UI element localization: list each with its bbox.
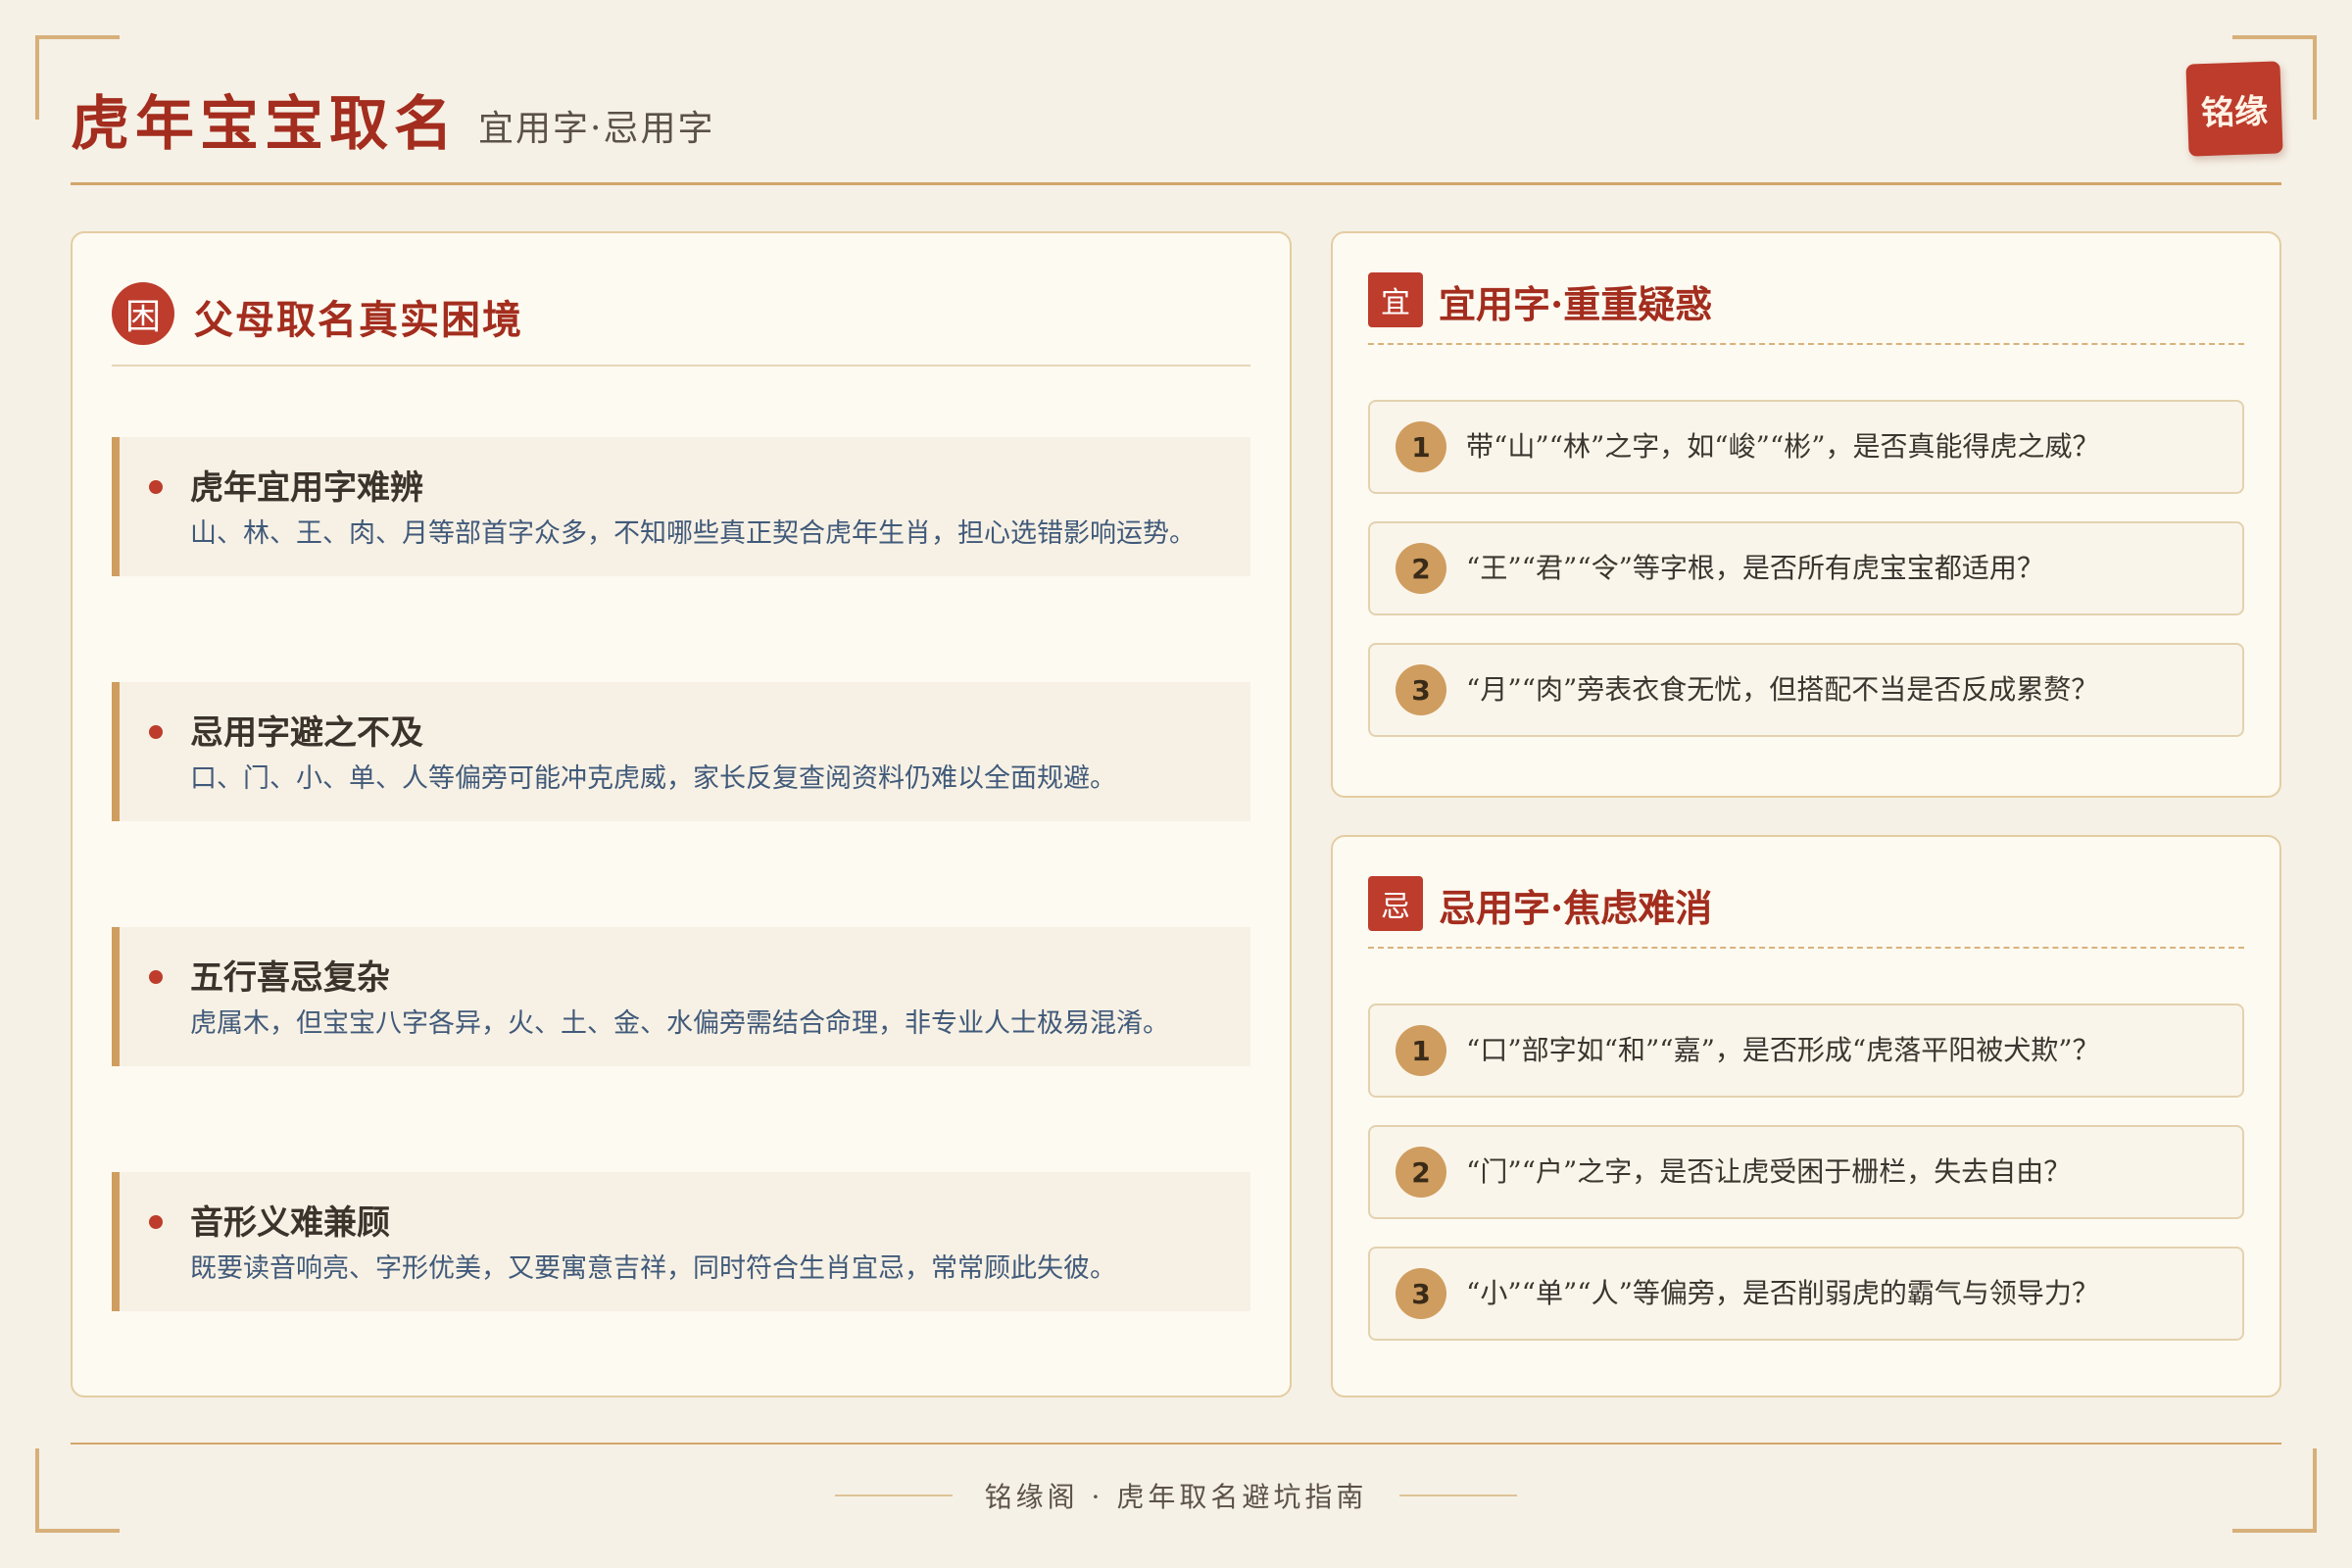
question-item: 1 带“山”“林”之字，如“峻”“彬”，是否真能得虎之威？	[1368, 400, 2244, 494]
bullet-dot-icon	[149, 1215, 163, 1229]
question-item: 3 “月”“肉”旁表衣食无忧，但搭配不当是否反成累赘？	[1368, 643, 2244, 737]
page-header: 虎年宝宝取名 宜用字·忌用字 铭缘	[71, 59, 2283, 185]
page-subtitle: 宜用字·忌用字	[478, 109, 715, 149]
question-number-badge: 3	[1396, 1268, 1446, 1319]
suitable-characters-card: 宜 宜用字·重重疑惑 1 带“山”“林”之字，如“峻”“彬”，是否真能得虎之威？…	[1331, 231, 2281, 798]
bullet-dot-icon	[149, 725, 163, 739]
dilemma-item: 忌用字避之不及 口、门、小、单、人等偏旁可能冲克虎威，家长反复查阅资料仍难以全面…	[112, 682, 1250, 821]
avoid-card-title: 忌用字·焦虑难消	[1439, 886, 1713, 930]
question-text: “门”“户”之字，是否让虎受困于栅栏，失去自由？	[1466, 1155, 2072, 1188]
dilemma-icon: 困	[112, 282, 174, 345]
question-text: “口”部字如“和”“嘉”，是否形成“虎落平阳被犬欺”？	[1466, 1034, 2100, 1066]
question-text: “小”“单”“人”等偏旁，是否削弱虎的霸气与领导力？	[1466, 1277, 2099, 1309]
dilemma-list: 虎年宜用字难辨 山、林、王、肉、月等部首字众多，不知哪些真正契合虎年生肖，担心选…	[112, 437, 1250, 1417]
dilemma-item-heading: 音形义难兼顾	[190, 1203, 390, 1243]
question-text: “王”“君”“令”等字根，是否所有虎宝宝都适用？	[1466, 552, 2044, 584]
page-title: 虎年宝宝取名	[71, 90, 459, 159]
avoid-question-list: 1 “口”部字如“和”“嘉”，是否形成“虎落平阳被犬欺”？ 2 “门”“户”之字…	[1368, 1004, 2244, 1368]
dilemma-item: 音形义难兼顾 既要读音响亮、字形优美，又要寓意吉祥，同时符合生肖宜忌，常常顾此失…	[112, 1172, 1250, 1311]
dilemma-card-title: 父母取名真实困境	[194, 297, 523, 343]
dilemma-card: 困 父母取名真实困境 虎年宜用字难辨 山、林、王、肉、月等部首字众多，不知哪些真…	[71, 231, 1292, 1397]
dilemma-item-description: 既要读音响亮、字形优美，又要寓意吉祥，同时符合生肖宜忌，常常顾此失彼。	[190, 1253, 1116, 1284]
suitable-question-list: 1 带“山”“林”之字，如“峻”“彬”，是否真能得虎之威？ 2 “王”“君”“令…	[1368, 400, 2244, 764]
dilemma-card-header: 困 父母取名真实困境	[112, 282, 1250, 367]
suitable-card-header: 宜 宜用字·重重疑惑	[1368, 272, 2244, 345]
footer-divider	[71, 1443, 2281, 1445]
suitable-icon: 宜	[1368, 272, 1423, 327]
dilemma-item: 虎年宜用字难辨 山、林、王、肉、月等部首字众多，不知哪些真正契合虎年生肖，担心选…	[112, 437, 1250, 576]
dilemma-item-description: 山、林、王、肉、月等部首字众多，不知哪些真正契合虎年生肖，担心选错影响运势。	[190, 518, 1196, 549]
question-item: 2 “王”“君”“令”等字根，是否所有虎宝宝都适用？	[1368, 521, 2244, 615]
dilemma-item-description: 虎属木，但宝宝八字各异，火、土、金、水偏旁需结合命理，非专业人士极易混淆。	[190, 1008, 1169, 1039]
question-number-badge: 1	[1396, 1025, 1446, 1076]
question-item: 3 “小”“单”“人”等偏旁，是否削弱虎的霸气与领导力？	[1368, 1247, 2244, 1341]
avoid-icon: 忌	[1368, 876, 1423, 931]
page-footer: 铭缘阁 · 虎年取名避坑指南	[0, 1476, 2352, 1515]
brand-seal: 铭缘	[2185, 61, 2283, 157]
dilemma-item-heading: 虎年宜用字难辨	[190, 468, 423, 508]
question-item: 1 “口”部字如“和”“嘉”，是否形成“虎落平阳被犬欺”？	[1368, 1004, 2244, 1098]
question-number-badge: 1	[1396, 421, 1446, 472]
avoid-characters-card: 忌 忌用字·焦虑难消 1 “口”部字如“和”“嘉”，是否形成“虎落平阳被犬欺”？…	[1331, 835, 2281, 1397]
question-item: 2 “门”“户”之字，是否让虎受困于栅栏，失去自由？	[1368, 1125, 2244, 1219]
dilemma-item-description: 口、门、小、单、人等偏旁可能冲克虎威，家长反复查阅资料仍难以全面规避。	[190, 763, 1116, 794]
question-number-badge: 3	[1396, 664, 1446, 715]
footer-rule-right	[1399, 1494, 1518, 1496]
footer-rule-left	[834, 1494, 953, 1496]
avoid-card-header: 忌 忌用字·焦虑难消	[1368, 876, 2244, 949]
dilemma-item: 五行喜忌复杂 虎属木，但宝宝八字各异，火、土、金、水偏旁需结合命理，非专业人士极…	[112, 927, 1250, 1066]
suitable-card-title: 宜用字·重重疑惑	[1439, 282, 1713, 326]
question-text: “月”“肉”旁表衣食无忧，但搭配不当是否反成累赘？	[1466, 673, 2099, 706]
bullet-dot-icon	[149, 970, 163, 984]
question-number-badge: 2	[1396, 543, 1446, 594]
question-number-badge: 2	[1396, 1147, 1446, 1198]
dilemma-item-heading: 忌用字避之不及	[190, 713, 423, 753]
dilemma-item-heading: 五行喜忌复杂	[190, 958, 390, 998]
bullet-dot-icon	[149, 480, 163, 494]
question-text: 带“山”“林”之字，如“峻”“彬”，是否真能得虎之威？	[1466, 430, 2100, 463]
footer-text: 铭缘阁 · 虎年取名避坑指南	[984, 1481, 1368, 1513]
